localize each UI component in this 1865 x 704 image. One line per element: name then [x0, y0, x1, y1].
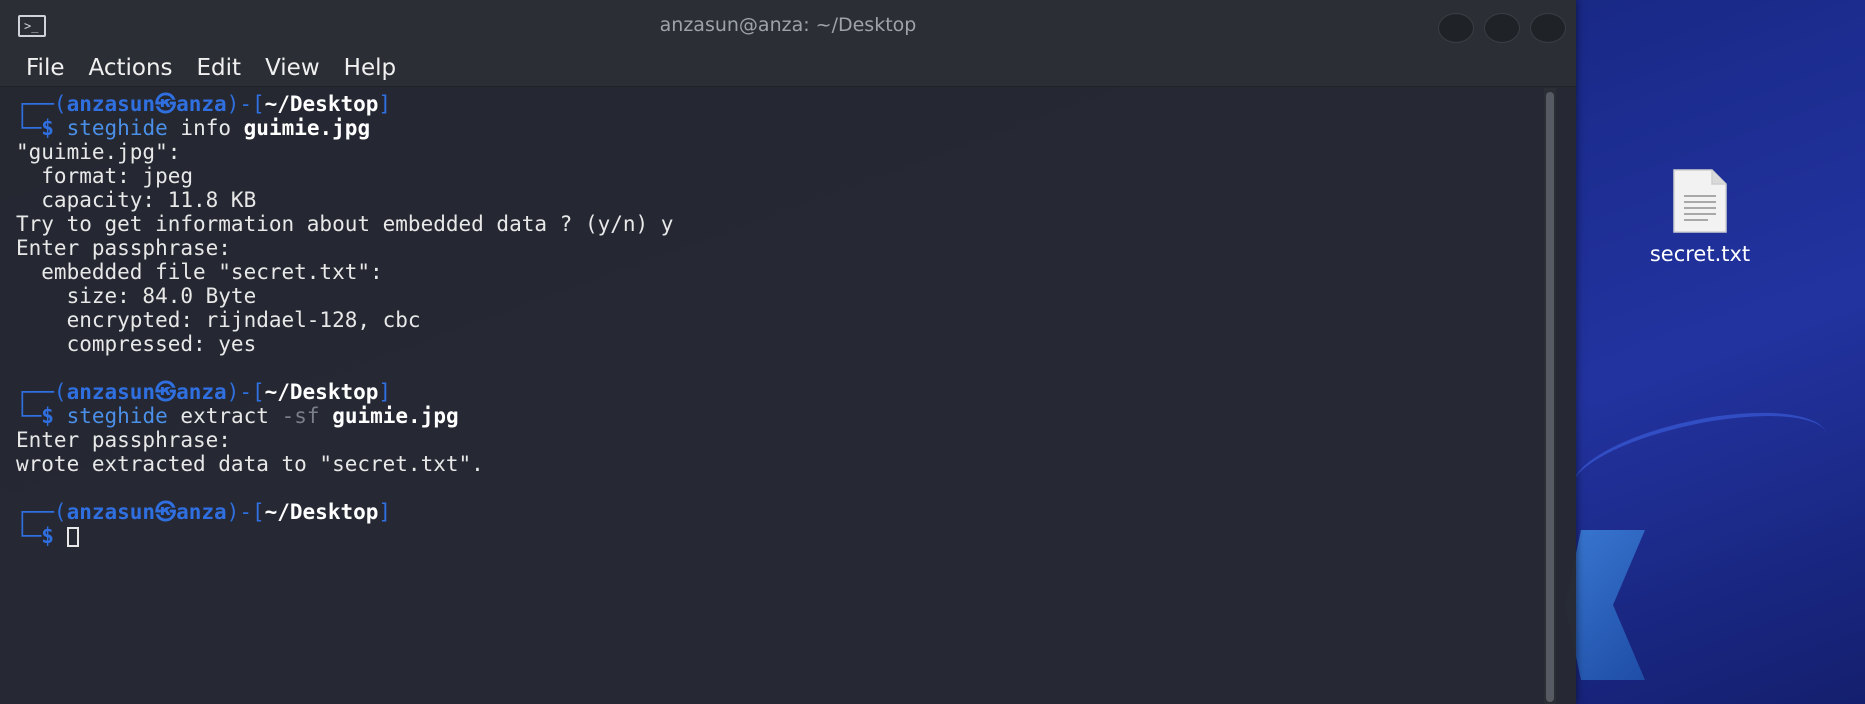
- output-line: Enter passphrase:: [16, 428, 231, 452]
- desktop-file-label: secret.txt: [1649, 242, 1751, 266]
- window-title: anzasun@anza: ~/Desktop: [659, 14, 917, 36]
- output-line: size: 84.0 Byte: [16, 284, 257, 308]
- output-line: "guimie.jpg":: [16, 140, 181, 164]
- desktop-file-secret-txt[interactable]: secret.txt: [1630, 168, 1770, 266]
- close-button[interactable]: [1530, 13, 1566, 43]
- command-line[interactable]: └─$: [16, 524, 1540, 548]
- text-file-icon: [1670, 168, 1730, 234]
- wallpaper-swoosh: [1564, 393, 1836, 531]
- prompt-line: ┌──(anzasun㉿anza)-[~/Desktop]: [16, 92, 392, 116]
- prompt-line: ┌──(anzasun㉿anza)-[~/Desktop]: [16, 500, 392, 524]
- output-line: encrypted: rijndael-128, cbc: [16, 308, 421, 332]
- minimize-button[interactable]: [1438, 13, 1474, 43]
- menu-help[interactable]: Help: [332, 55, 408, 81]
- terminal-cursor: [66, 527, 79, 547]
- output-line: Enter passphrase:: [16, 236, 231, 260]
- wallpaper-k-logo: [1565, 530, 1645, 680]
- output-line: capacity: 11.8 KB: [16, 188, 257, 212]
- menu-file[interactable]: File: [14, 55, 77, 81]
- output-line: Try to get information about embedded da…: [16, 212, 674, 236]
- scrollbar-thumb[interactable]: [1546, 92, 1554, 702]
- command-line: └─$ steghide extract -sf guimie.jpg: [16, 404, 459, 428]
- menu-edit[interactable]: Edit: [185, 55, 254, 81]
- menu-actions[interactable]: Actions: [77, 55, 185, 81]
- menu-view[interactable]: View: [253, 55, 332, 81]
- command-line: └─$ steghide info guimie.jpg: [16, 116, 371, 140]
- output-line: format: jpeg: [16, 164, 194, 188]
- menubar: File Actions Edit View Help: [0, 50, 1576, 87]
- output-line: wrote extracted data to "secret.txt".: [16, 452, 484, 476]
- terminal-output[interactable]: ┌──(anzasun㉿anza)-[~/Desktop] └─$ steghi…: [0, 88, 1540, 704]
- window-titlebar[interactable]: >_ anzasun@anza: ~/Desktop: [0, 0, 1576, 50]
- maximize-button[interactable]: [1484, 13, 1520, 43]
- prompt-line: ┌──(anzasun㉿anza)-[~/Desktop]: [16, 380, 392, 404]
- output-line: embedded file "secret.txt":: [16, 260, 383, 284]
- scrollbar[interactable]: [1544, 88, 1556, 704]
- terminal-icon: >_: [18, 15, 46, 37]
- terminal-window[interactable]: >_ anzasun@anza: ~/Desktop File Actions …: [0, 0, 1576, 704]
- output-line: compressed: yes: [16, 332, 257, 356]
